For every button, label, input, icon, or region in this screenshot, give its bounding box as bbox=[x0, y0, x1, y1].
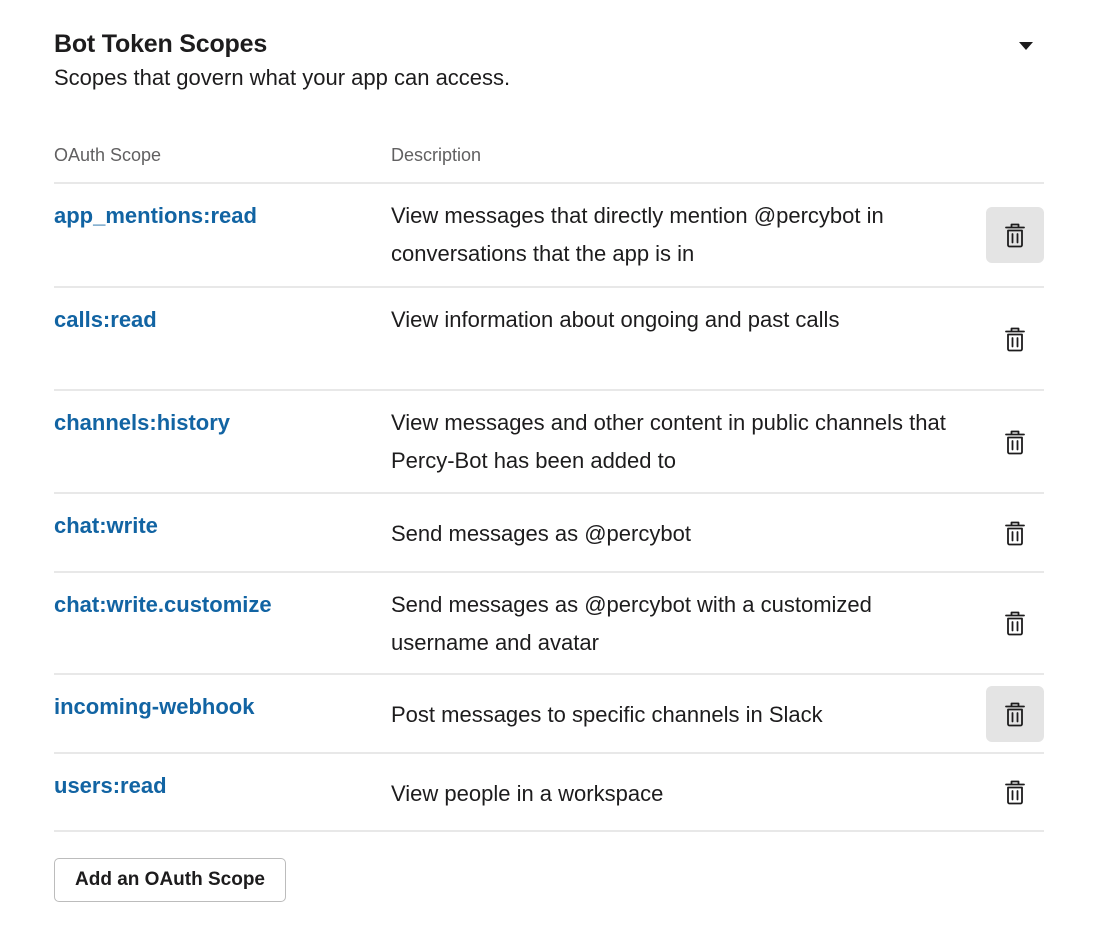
scope-name: calls:read bbox=[54, 307, 157, 332]
table-row: chat:write Send messages as @percybot bbox=[54, 494, 1044, 573]
section-subtitle: Scopes that govern what your app can acc… bbox=[54, 65, 511, 90]
table-row: users:read View people in a workspace bbox=[54, 754, 1044, 832]
header-description: Description bbox=[391, 144, 482, 165]
scope-name: channels:history bbox=[54, 410, 231, 435]
remove-scope-button[interactable] bbox=[986, 685, 1044, 742]
collapse-toggle-button[interactable] bbox=[1014, 36, 1038, 56]
trash-icon bbox=[1004, 701, 1026, 727]
table-row: incoming-webhook Post messages to specif… bbox=[54, 675, 1044, 754]
section-header: Bot Token Scopes Scopes that govern what… bbox=[54, 28, 1044, 128]
trash-icon bbox=[1004, 326, 1026, 352]
scope-name: incoming-webhook bbox=[54, 694, 255, 719]
trash-icon bbox=[1004, 222, 1026, 248]
remove-scope-button[interactable] bbox=[986, 414, 1044, 470]
trash-icon bbox=[1004, 610, 1026, 636]
header-oauth-scope: OAuth Scope bbox=[54, 144, 162, 165]
trash-icon bbox=[1004, 429, 1026, 455]
remove-scope-button[interactable] bbox=[986, 311, 1044, 367]
table-row: app_mentions:read View messages that dir… bbox=[54, 184, 1044, 288]
scope-description: Send messages as @percybot with a custom… bbox=[391, 592, 872, 655]
remove-scope-button[interactable] bbox=[986, 505, 1044, 561]
remove-scope-button[interactable] bbox=[986, 207, 1044, 263]
scope-description: View information about ongoing and past … bbox=[391, 307, 840, 332]
caret-down-icon bbox=[1019, 42, 1033, 50]
trash-icon bbox=[1004, 520, 1026, 546]
scope-name: chat:write bbox=[54, 513, 158, 538]
scope-name: users:read bbox=[54, 773, 167, 798]
scope-name: app_mentions:read bbox=[54, 203, 257, 228]
table-row: calls:read View information about ongoin… bbox=[54, 288, 1044, 391]
add-oauth-scope-button[interactable]: Add an OAuth Scope bbox=[54, 858, 286, 902]
table-row: chat:write.customize Send messages as @p… bbox=[54, 573, 1044, 675]
scope-description: View messages and other content in publi… bbox=[391, 410, 946, 473]
trash-icon bbox=[1004, 779, 1026, 805]
section-title: Bot Token Scopes bbox=[54, 30, 268, 58]
scope-description: View people in a workspace bbox=[391, 781, 664, 806]
bot-token-scopes-section: Bot Token Scopes Scopes that govern what… bbox=[54, 28, 1044, 902]
table-row: channels:history View messages and other… bbox=[54, 391, 1044, 494]
scope-description: Send messages as @percybot bbox=[391, 521, 691, 546]
table-header: OAuth Scope Description bbox=[54, 128, 1044, 184]
scope-name: chat:write.customize bbox=[54, 592, 272, 617]
remove-scope-button[interactable] bbox=[986, 764, 1044, 820]
remove-scope-button[interactable] bbox=[986, 595, 1044, 651]
scope-description: Post messages to specific channels in Sl… bbox=[391, 702, 823, 727]
scopes-table: OAuth Scope Description app_mentions:rea… bbox=[54, 128, 1044, 832]
section-footer: Add an OAuth Scope bbox=[54, 832, 1044, 902]
scope-description: View messages that directly mention @per… bbox=[391, 203, 884, 266]
